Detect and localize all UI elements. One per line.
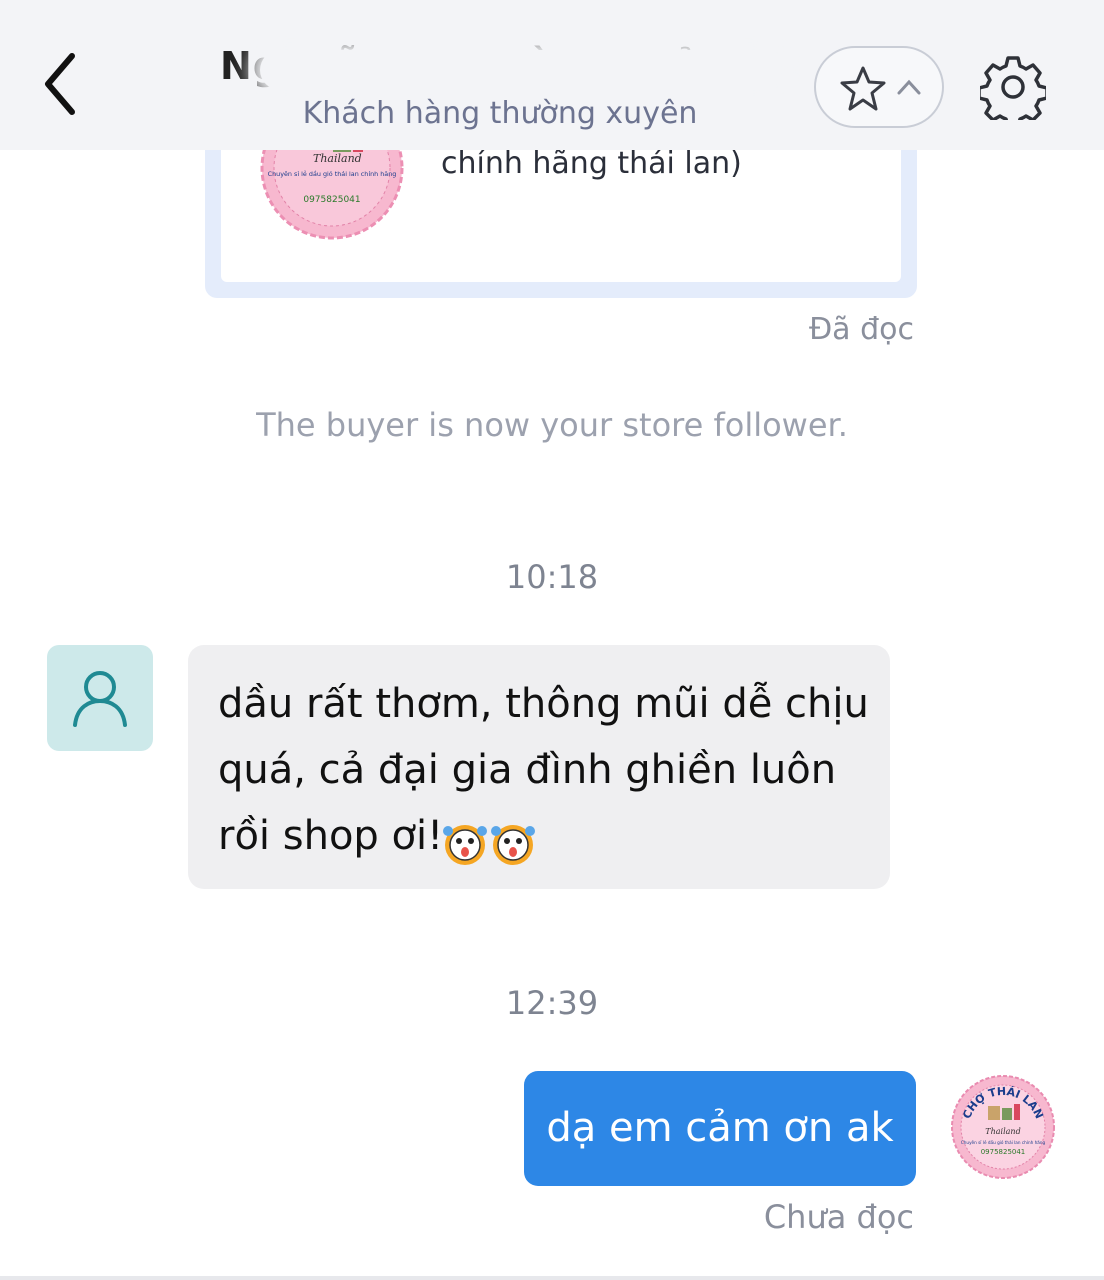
shop-logo-tagline: Chuyên sỉ lẻ dầu gió thái lan chính hãng <box>961 1140 1046 1145</box>
chat-screen: Thailand Chuyên sỉ lẻ dầu gió thái lan c… <box>0 0 1104 1280</box>
sticker-emojis <box>443 819 537 871</box>
timestamp: 12:39 <box>505 984 599 1022</box>
cat-emoji-icon <box>443 824 536 865</box>
incoming-message-bubble[interactable]: dầu rất thơm, thông mũi dễ chịu quá, cả … <box>188 645 890 889</box>
shop-logo-phone: 0975825041 <box>981 1148 1026 1156</box>
read-status: Đã đọc <box>808 312 914 347</box>
contact-name-wrap: Nguyễn Thị Hồng Thảo <box>220 36 800 96</box>
logo-tagline-text: Chuyên sỉ lẻ dầu gió thái lan chính hãng <box>268 170 397 178</box>
settings-button[interactable] <box>977 54 1049 129</box>
gear-icon <box>977 56 1049 129</box>
favorite-toggle-button[interactable] <box>814 46 944 128</box>
logo-brand-text: Thailand <box>313 152 362 165</box>
incoming-message-text: dầu rất thơm, thông mũi dễ chịu quá, cả … <box>218 681 869 859</box>
product-name: chính hãng thái lan) <box>441 146 742 181</box>
chat-header: Nguyễn Thị Hồng Thảo Khách hàng thường x… <box>0 0 1104 150</box>
logo-phone-text: 0975825041 <box>303 195 360 205</box>
back-button[interactable] <box>30 48 100 128</box>
redaction-scribble <box>260 50 780 90</box>
chevron-up-icon <box>897 79 921 95</box>
user-icon <box>73 671 127 727</box>
outgoing-message-text: dạ em cảm ơn ak <box>546 1105 894 1151</box>
shop-avatar[interactable]: CHỢ THÁI LAN Thailand Chuyên sỉ lẻ dầu g… <box>950 1074 1056 1180</box>
buyer-avatar[interactable] <box>47 645 153 751</box>
system-notice: The buyer is now your store follower. <box>256 406 848 444</box>
star-icon <box>840 66 886 111</box>
outgoing-message-bubble[interactable]: dạ em cảm ơn ak <box>524 1071 916 1186</box>
svg-text:Chuyên sỉ lẻ dầu gió thái lan: Chuyên sỉ lẻ dầu gió thái lan chính hãng <box>268 170 397 178</box>
customer-type-label: Khách hàng thường xuyên <box>302 96 698 131</box>
shop-logo-brand: Thailand <box>985 1127 1020 1136</box>
timestamp: 10:18 <box>505 558 599 596</box>
chevron-left-icon <box>45 53 75 115</box>
bottom-divider <box>0 1276 1104 1280</box>
unread-status: Chưa đọc <box>763 1198 914 1236</box>
